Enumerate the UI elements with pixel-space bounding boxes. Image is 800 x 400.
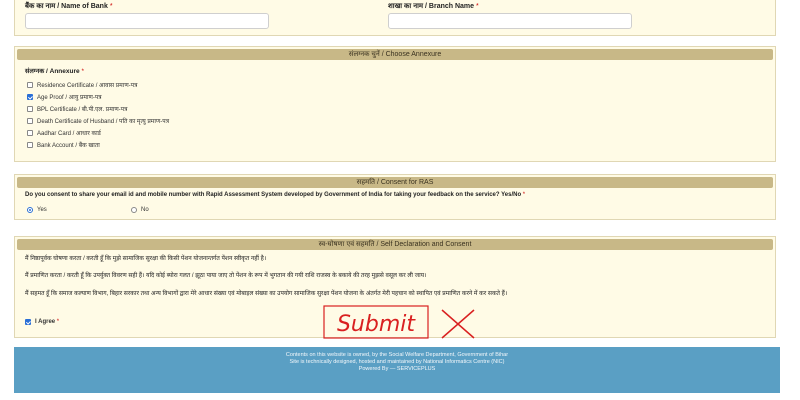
annexure-option-death-certificate[interactable]: Death Certificate of Husband / पति का मृ…: [27, 116, 169, 125]
annexure-option-bank-account[interactable]: Bank Account / बैंक खाता: [27, 140, 100, 149]
branch-name-label: शाखा का नाम / Branch Name *: [388, 3, 479, 10]
annotation-submit-text: Submit: [337, 312, 416, 337]
submit-annotation: Submit: [323, 305, 475, 339]
footer-ownership: Contents on this website is owned, by th…: [285, 352, 509, 358]
radio-no[interactable]: [131, 206, 137, 213]
checkbox-bpl[interactable]: [27, 105, 33, 112]
footer-powered-by: Powered By — SERVICEPLUS: [358, 366, 436, 372]
consent-yes-option[interactable]: Yes: [27, 205, 47, 214]
checkbox-residence[interactable]: [27, 81, 33, 88]
radio-yes[interactable]: [27, 206, 33, 213]
annexure-panel: संलग्नक चुनें / Choose Annexure संलग्नक …: [14, 46, 776, 162]
declaration-heading: स्व-घोषणा एवं सहमति / Self Declaration a…: [17, 239, 773, 250]
bank-name-input[interactable]: [25, 13, 269, 29]
consent-question: Do you consent to share your email id an…: [25, 192, 526, 198]
footer-nic: Site is technically designed, hosted and…: [289, 359, 505, 365]
annexure-option-bpl[interactable]: BPL Certificate / बी.पी.एल. प्रमाण-पत्र: [27, 104, 127, 113]
annexure-option-aadhar[interactable]: Aadhar Card / आधार कार्ड: [27, 128, 101, 137]
checkbox-i-agree[interactable]: [25, 318, 31, 325]
checkbox-age-proof[interactable]: [27, 93, 33, 100]
bank-name-label: बैंक का नाम / Name of Bank *: [25, 3, 113, 10]
annexure-option-residence[interactable]: Residence Certificate / आवास प्रमाण-पत्र: [27, 80, 137, 89]
bank-details-panel: बैंक का नाम / Name of Bank * शाखा का नाम…: [14, 0, 776, 36]
branch-name-input[interactable]: [388, 13, 632, 29]
annotation-cross-icon: [441, 309, 475, 339]
consent-heading: सहमति / Consent for RAS: [17, 177, 773, 188]
checkbox-aadhar[interactable]: [27, 129, 33, 136]
i-agree-option[interactable]: I Agree *: [25, 317, 59, 326]
consent-no-option[interactable]: No: [131, 205, 149, 214]
annexure-heading: संलग्नक चुनें / Choose Annexure: [17, 49, 773, 60]
annexure-field-label: संलग्नक / Annexure *: [25, 68, 84, 75]
checkbox-bank-account[interactable]: [27, 141, 33, 148]
declaration-line-2: मैं प्रमाणित करता / करती हूँ कि उपर्युक्…: [25, 273, 427, 279]
consent-panel: सहमति / Consent for RAS Do you consent t…: [14, 174, 776, 220]
declaration-line-3: मैं सहमत हूँ कि समाज कल्याण विभाग, बिहार…: [25, 291, 508, 297]
declaration-line-1: मैं निष्ठापूर्वक घोषणा करता / करती हूँ क…: [25, 256, 267, 262]
site-footer: Contents on this website is owned, by th…: [14, 347, 780, 393]
annexure-option-age-proof[interactable]: Age Proof / आयु प्रमाण-पत्र: [27, 92, 102, 101]
checkbox-death-certificate[interactable]: [27, 117, 33, 124]
